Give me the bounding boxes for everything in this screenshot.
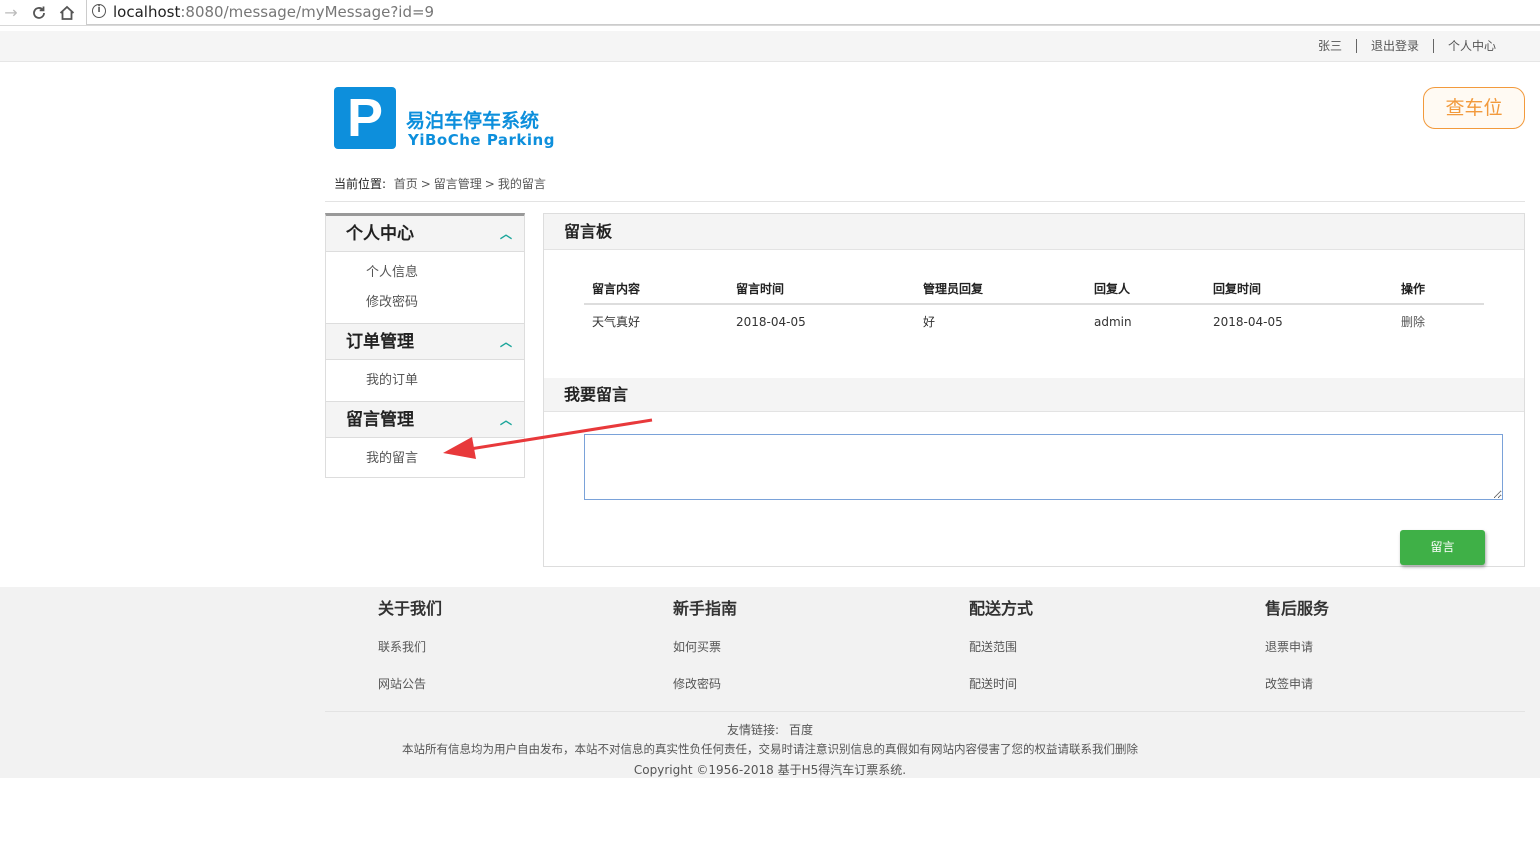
sidebar-group-label: 个人中心 bbox=[346, 224, 414, 244]
col-content: 留言内容 bbox=[584, 274, 728, 305]
sidebar-item-profile[interactable]: 个人信息 bbox=[326, 258, 524, 288]
col-replier: 回复人 bbox=[1086, 274, 1205, 305]
message-textarea[interactable] bbox=[584, 434, 1503, 500]
footer-link-change-password[interactable]: 修改密码 bbox=[673, 675, 737, 692]
footer-col-about: 关于我们 联系我们 网站公告 bbox=[378, 595, 442, 692]
col-admin-reply: 管理员回复 bbox=[915, 274, 1086, 305]
compose-title: 我要留言 bbox=[544, 378, 1524, 412]
reload-icon[interactable] bbox=[28, 2, 50, 24]
footer-link-notice[interactable]: 网站公告 bbox=[378, 675, 442, 692]
find-parking-button[interactable]: 查车位 bbox=[1423, 87, 1525, 129]
user-center-link[interactable]: 个人中心 bbox=[1432, 39, 1510, 53]
cell-content: 天气真好 bbox=[592, 315, 641, 329]
footer-link-contact[interactable]: 联系我们 bbox=[378, 638, 442, 655]
col-reply-time: 回复时间 bbox=[1205, 274, 1393, 305]
back-arrow-icon[interactable]: → bbox=[0, 2, 22, 24]
delete-link[interactable]: 删除 bbox=[1393, 304, 1484, 338]
disclaimer: 本站所有信息均为用户自由发布，本站不对信息的真实性负任何责任，交易时请注意识别信… bbox=[402, 742, 1138, 756]
breadcrumb: 当前位置: 首页 > 留言管理 > 我的留言 bbox=[334, 175, 546, 192]
footer-link-refund[interactable]: 退票申请 bbox=[1265, 638, 1329, 655]
footer-link-reschedule[interactable]: 改签申请 bbox=[1265, 675, 1329, 692]
breadcrumb-home[interactable]: 首页 bbox=[394, 177, 418, 191]
footer-divider bbox=[325, 711, 1525, 712]
cell-admin-reply: 好 bbox=[923, 315, 936, 329]
cell-reply-time: 2018-04-05 bbox=[1213, 314, 1283, 329]
copyright: Copyright ©1956-2018 基于H5得汽车订票系统. bbox=[633, 763, 907, 777]
col-actions: 操作 bbox=[1393, 274, 1484, 305]
username-link[interactable]: 张三 bbox=[1304, 39, 1356, 53]
footer-link-delivery-time[interactable]: 配送时间 bbox=[969, 675, 1033, 692]
message-panel: 留言板 留言内容 留言时间 管理员回复 回复人 回复时间 操作 天气真好 201… bbox=[543, 213, 1525, 567]
cell-time: 2018-04-05 bbox=[736, 314, 806, 329]
address-bar[interactable]: i localhost:8080/message/myMessage?id=9 bbox=[86, 0, 1540, 25]
red-arrow-icon bbox=[443, 418, 653, 459]
user-bar: 张三 退出登录 个人中心 bbox=[0, 31, 1540, 62]
footer-col-service: 售后服务 退票申请 改签申请 bbox=[1265, 595, 1329, 692]
site-title: 易泊车停车系统 bbox=[406, 110, 540, 132]
sidebar-item-change-password[interactable]: 修改密码 bbox=[326, 288, 524, 318]
table-row: 天气真好 2018-04-05 好 admin 2018-04-05 删除 bbox=[584, 304, 1484, 338]
browser-toolbar: → i localhost:8080/message/myMessage?id=… bbox=[0, 0, 1540, 26]
table-header-row: 留言内容 留言时间 管理员回复 回复人 回复时间 操作 bbox=[584, 274, 1484, 305]
parking-logo-icon[interactable]: P bbox=[334, 87, 396, 149]
friend-link-baidu[interactable]: 百度 bbox=[789, 723, 813, 737]
breadcrumb-separator: > bbox=[484, 177, 495, 191]
site-subtitle: YiBoChe Parking bbox=[408, 131, 555, 149]
footer-col-title: 配送方式 bbox=[969, 599, 1034, 618]
breadcrumb-messages[interactable]: 留言管理 bbox=[434, 177, 482, 191]
sidebar-group-orders[interactable]: 订单管理 ︿ bbox=[326, 324, 524, 360]
chevron-up-icon[interactable]: ︿ bbox=[500, 216, 512, 252]
submit-message-button[interactable]: 留言 bbox=[1400, 530, 1485, 565]
url-text[interactable]: localhost:8080/message/myMessage?id=9 bbox=[113, 3, 434, 21]
footer: 关于我们 联系我们 网站公告 新手指南 如何买票 修改密码 配送方式 配送范围 … bbox=[0, 587, 1540, 778]
logout-link[interactable]: 退出登录 bbox=[1355, 39, 1433, 53]
info-icon[interactable]: i bbox=[92, 4, 106, 18]
footer-col-title: 新手指南 bbox=[673, 599, 738, 618]
board-title: 留言板 bbox=[544, 214, 1524, 250]
sidebar-group-label: 留言管理 bbox=[346, 410, 414, 430]
footer-col-title: 关于我们 bbox=[378, 599, 443, 618]
message-table: 留言内容 留言时间 管理员回复 回复人 回复时间 操作 天气真好 2018-04… bbox=[584, 274, 1484, 338]
footer-col-guide: 新手指南 如何买票 修改密码 bbox=[673, 595, 737, 692]
chevron-up-icon[interactable]: ︿ bbox=[500, 324, 512, 360]
footer-col-title: 售后服务 bbox=[1265, 599, 1330, 618]
friend-links: 友情链接: 百度 bbox=[0, 721, 1540, 738]
footer-col-delivery: 配送方式 配送范围 配送时间 bbox=[969, 595, 1033, 692]
col-time: 留言时间 bbox=[728, 274, 915, 305]
sidebar-group-personal[interactable]: 个人中心 ︿ bbox=[326, 216, 524, 252]
breadcrumb-separator: > bbox=[420, 177, 431, 191]
footer-link-how-to-buy[interactable]: 如何买票 bbox=[673, 638, 737, 655]
friend-links-label: 友情链接: bbox=[726, 723, 780, 737]
divider bbox=[325, 201, 1525, 202]
footer-link-delivery-range[interactable]: 配送范围 bbox=[969, 638, 1033, 655]
home-icon[interactable] bbox=[56, 2, 78, 24]
sidebar-item-my-orders[interactable]: 我的订单 bbox=[326, 366, 524, 396]
cell-replier: admin bbox=[1094, 314, 1132, 329]
breadcrumb-my-messages[interactable]: 我的留言 bbox=[498, 177, 546, 191]
breadcrumb-label: 当前位置: bbox=[334, 177, 387, 191]
sidebar-group-label: 订单管理 bbox=[346, 332, 414, 352]
